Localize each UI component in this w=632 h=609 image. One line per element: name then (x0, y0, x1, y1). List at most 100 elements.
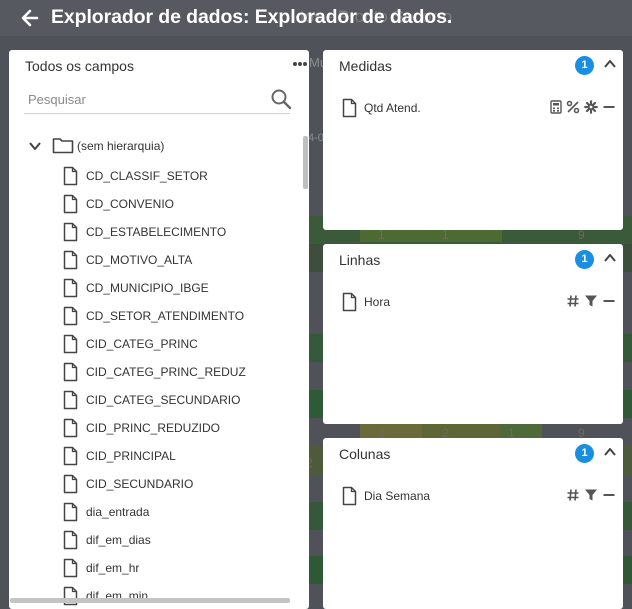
search-button[interactable] (270, 88, 292, 110)
measure-item[interactable]: Qtd Atend. (340, 98, 618, 122)
tree-root-node[interactable]: (sem hierarquia) (25, 134, 285, 158)
measures-count-badge: 1 (575, 56, 594, 75)
rows-zone: Linhas 1 Hora (323, 244, 623, 424)
background-fragment: 4-0 (308, 132, 324, 144)
field-list-item[interactable]: dif_em_hr (61, 555, 293, 583)
field-list-item-label: CD_MUNICIPIO_IBGE (86, 281, 209, 295)
document-icon (342, 292, 357, 312)
chevron-up-icon[interactable] (603, 251, 617, 265)
field-list-item-label: CID_CATEG_SECUNDARIO (86, 393, 241, 407)
vertical-scrollbar[interactable] (303, 136, 308, 189)
measure-item-label: Qtd Atend. (364, 101, 421, 115)
back-arrow-icon (21, 9, 39, 27)
document-icon (63, 222, 78, 242)
document-icon (63, 362, 78, 382)
document-icon (63, 278, 78, 298)
background-fragment: 1 (442, 228, 449, 242)
fields-panel-title: Todos os campos (25, 58, 134, 74)
hash-icon[interactable] (566, 294, 580, 308)
tree-root-label: (sem hierarquia) (77, 139, 165, 153)
column-item[interactable]: Dia Semana (340, 486, 618, 510)
document-icon (63, 502, 78, 522)
rows-count-badge: 1 (575, 250, 594, 269)
document-icon (63, 418, 78, 438)
field-list-item[interactable]: CID_CATEG_PRINC_REDUZ (61, 359, 293, 387)
field-list-item-label: CD_SETOR_ATENDIMENTO (86, 309, 245, 323)
columns-zone: Colunas 1 Dia Semana (323, 438, 623, 609)
remove-icon[interactable] (602, 294, 616, 308)
document-icon (63, 586, 78, 606)
field-list-item[interactable]: CD_CONVENIO (61, 191, 293, 219)
hash-icon[interactable] (566, 488, 580, 502)
field-list-item-label: dif_em_hr (86, 561, 140, 575)
gear-icon[interactable] (584, 100, 598, 114)
chevron-up-icon[interactable] (603, 57, 617, 71)
field-list-item[interactable]: CD_MUNICIPIO_IBGE (61, 275, 293, 303)
field-list-item[interactable]: CID_CATEG_PRINC (61, 331, 293, 359)
search-input[interactable] (24, 85, 259, 113)
field-list-item-label: CID_CATEG_PRINC_REDUZ (86, 365, 246, 379)
page-title: Explorador de dados: Explorador de dados… (51, 6, 453, 28)
more-options-button[interactable] (293, 55, 307, 70)
field-list-item-label: CID_CATEG_PRINC (86, 337, 198, 351)
field-list-item[interactable]: CD_MOTIVO_ALTA (61, 247, 293, 275)
field-list-item[interactable]: CID_PRINCIPAL (61, 443, 293, 471)
chevron-down-icon[interactable] (28, 139, 42, 153)
document-icon (63, 306, 78, 326)
background-fragment: 1 (378, 228, 385, 242)
background-fragment: 9 (578, 228, 585, 242)
back-button[interactable] (18, 6, 44, 30)
measures-zone-title: Medidas (339, 58, 392, 74)
field-list-item-label: dif_em_dias (86, 533, 151, 547)
field-list-item-label: CD_ESTABELECIMENTO (86, 225, 227, 239)
field-list-item-label: CD_CONVENIO (86, 197, 175, 211)
field-list-item-label: CID_PRINC_REDUZIDO (86, 421, 221, 435)
remove-icon[interactable] (602, 100, 616, 114)
document-icon (63, 530, 78, 550)
all-fields-panel: Todos os campos (sem hierarquia) CD_CLAS… (9, 50, 309, 609)
measures-zone: Medidas 1 Qtd Atend. (323, 50, 623, 230)
document-icon (342, 98, 357, 118)
field-list-item[interactable]: CID_SECUNDARIO (61, 471, 293, 499)
document-icon (63, 390, 78, 410)
column-item-label: Dia Semana (364, 489, 431, 503)
field-list-item[interactable]: CID_CATEG_SECUNDARIO (61, 387, 293, 415)
percent-icon[interactable] (566, 100, 580, 114)
more-dots-icon (293, 62, 307, 66)
document-icon (63, 474, 78, 494)
filter-icon[interactable] (584, 488, 598, 502)
field-list-item-label: dia_entrada (86, 505, 150, 519)
field-list-item-label: CID_PRINCIPAL (86, 449, 176, 463)
field-list-item-label: CD_MOTIVO_ALTA (86, 253, 193, 267)
filter-icon[interactable] (584, 294, 598, 308)
field-list-item[interactable]: dif_em_dias (61, 527, 293, 555)
field-list-item[interactable]: dia_entrada (61, 499, 293, 527)
document-icon (63, 250, 78, 270)
field-list-item-label: CD_CLASSIF_SETOR (86, 169, 208, 183)
field-list-item[interactable]: CID_PRINC_REDUZIDO (61, 415, 293, 443)
document-icon (63, 558, 78, 578)
document-icon (63, 446, 78, 466)
columns-zone-title: Colunas (339, 446, 391, 462)
field-list-item[interactable]: CD_ESTABELECIMENTO (61, 219, 293, 247)
row-item-label: Hora (364, 295, 391, 309)
field-list-item[interactable]: dif_em_min (61, 583, 293, 609)
dialog-header: Explorador de dados: Explorador de dados… (0, 0, 632, 36)
field-list: CD_CLASSIF_SETOR CD_CONVENIO CD_ESTABELECI… (61, 163, 293, 609)
horizontal-scrollbar[interactable] (10, 598, 290, 603)
columns-count-badge: 1 (575, 444, 594, 463)
row-item[interactable]: Hora (340, 292, 618, 316)
document-icon (63, 166, 78, 186)
field-list-item-label: CID_SECUNDARIO (86, 477, 194, 491)
document-icon (63, 334, 78, 354)
folder-icon (52, 138, 74, 154)
field-list-item[interactable]: CD_SETOR_ATENDIMENTO (61, 303, 293, 331)
field-list-item[interactable]: CD_CLASSIF_SETOR (61, 163, 293, 191)
search-box (24, 85, 292, 114)
chevron-up-icon[interactable] (603, 445, 617, 459)
document-icon (342, 486, 357, 506)
calculator-icon[interactable] (549, 100, 563, 114)
remove-icon[interactable] (602, 488, 616, 502)
document-icon (63, 194, 78, 214)
rows-zone-title: Linhas (339, 252, 381, 268)
